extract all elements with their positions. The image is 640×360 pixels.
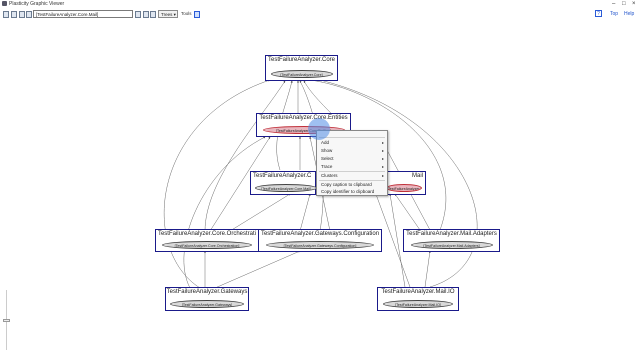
node-core-orchestration[interactable]: TestFailureAnalyzer.Core.Orchestrati [Te… xyxy=(155,229,259,252)
node-mail-adapters[interactable]: TestFailureAnalyzer.Mail.Adapters [TestF… xyxy=(403,229,500,252)
node-core-mail[interactable]: TestFailureAnalyzer.C [TestFailureAnalyz… xyxy=(250,171,317,195)
node-gateways-configuration[interactable]: TestFailureAnalyzer.Gateways.Configurati… xyxy=(258,229,382,252)
node-title: TestFailureAnalyzer.Core xyxy=(267,57,336,63)
edge xyxy=(214,250,301,289)
node-ellipse[interactable]: [TestFailureAnalyzer.Mail] xyxy=(386,184,422,192)
submenu-arrow-icon: ▸ xyxy=(381,164,384,169)
node-title: TestFailureAnalyzer.Mail.Adapters xyxy=(406,231,497,237)
edge xyxy=(424,250,431,288)
node-core[interactable]: TestFailureAnalyzer.Core [TestFailureAna… xyxy=(265,55,338,81)
edge xyxy=(204,80,286,232)
node-ellipse[interactable]: [TestFailureAnalyzer.Gateways.Configurat… xyxy=(266,241,374,249)
cursor-highlight xyxy=(308,118,330,140)
menu-item-clusters[interactable]: Clusters xyxy=(321,173,338,179)
submenu-arrow-icon: ▸ xyxy=(381,173,384,178)
node-ellipse[interactable]: [TestFailureAnalyzer.Mail.IO] xyxy=(383,300,453,308)
menu-item-copy-identifier[interactable]: Copy identifier to clipboard xyxy=(321,189,374,195)
node-title: TestFailureAnalyzer.Core.Entities xyxy=(259,115,348,121)
node-ellipse[interactable]: [TestFailureAnalyzer.Core.Mail] xyxy=(255,184,317,192)
zoom-slider-thumb[interactable] xyxy=(3,319,10,322)
menu-item-copy-caption[interactable]: Copy caption to clipboard xyxy=(321,182,372,188)
menu-item-select[interactable]: Select xyxy=(321,156,334,162)
node-ellipse[interactable]: [TestFailureAnalyzer.Mail.Adapters] xyxy=(410,241,493,249)
submenu-arrow-icon: ▸ xyxy=(381,148,384,153)
menu-separator xyxy=(319,171,385,172)
edge xyxy=(394,193,421,231)
node-ellipse[interactable]: [TestFailureAnalyzer.Core.Orchestration] xyxy=(162,241,252,249)
node-ellipse[interactable]: [TestFailureAnalyzer.Core] xyxy=(270,70,333,78)
edge xyxy=(229,193,291,232)
node-gateways[interactable]: TestFailureAnalyzer.Gateways [TestFailur… xyxy=(165,287,249,311)
submenu-arrow-icon: ▸ xyxy=(381,140,384,145)
node-mail-io[interactable]: TestFailureAnalyzer.Mail.IO [TestFailure… xyxy=(377,287,459,311)
node-title: TestFailureAnalyzer.Gateways xyxy=(166,289,248,295)
edge xyxy=(299,193,311,232)
menu-item-trace[interactable]: Trace xyxy=(321,164,332,170)
menu-separator xyxy=(319,180,385,181)
menu-item-add[interactable]: Add xyxy=(321,140,329,146)
menu-item-show[interactable]: Show xyxy=(321,148,332,154)
node-title: TestFailureAnalyzer.C xyxy=(253,173,312,179)
menu-separator xyxy=(319,137,385,138)
node-title: TestFailureAnalyzer.Gateways.Configurati… xyxy=(260,231,380,237)
node-ellipse[interactable]: [TestFailureAnalyzer.Gateways] xyxy=(170,300,244,308)
edge xyxy=(183,136,266,289)
submenu-arrow-icon: ▸ xyxy=(381,156,384,161)
context-menu: Add ▸ Show ▸ Select ▸ Trace ▸ Clusters ▸… xyxy=(316,130,388,196)
node-mail[interactable]: Mail [TestFailureAnalyzer.Mail] xyxy=(384,171,426,195)
node-title: TestFailureAnalyzer.Core.Orchestrati xyxy=(157,231,257,237)
node-title: Mail xyxy=(411,173,423,179)
node-title: TestFailureAnalyzer.Mail.IO xyxy=(381,289,455,295)
